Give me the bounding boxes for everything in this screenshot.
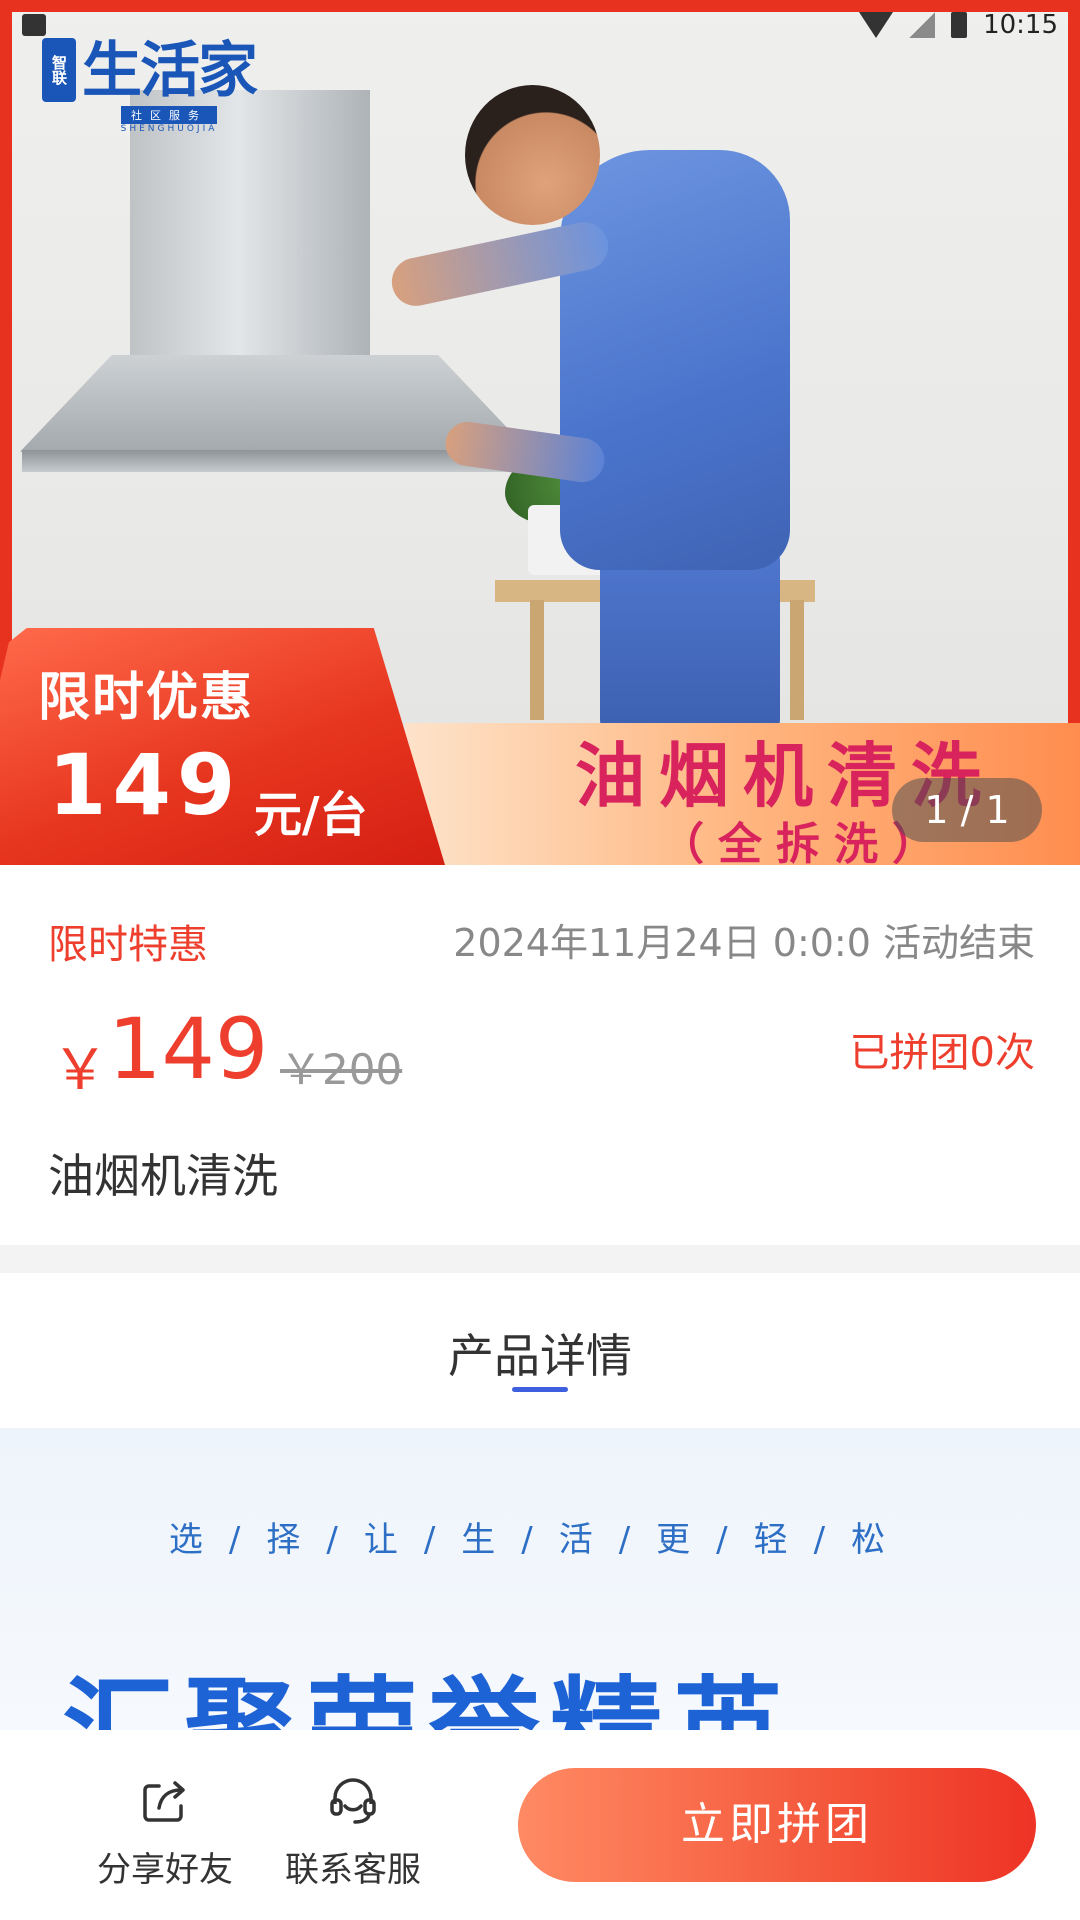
activity-end-time: 2024年11月24日 0:0:0 活动结束 — [453, 921, 1035, 965]
battery-icon — [951, 12, 968, 38]
banner-page-indicator: 1 / 1 — [892, 778, 1042, 842]
sale-price: 149 — [108, 1000, 269, 1098]
original-price: ￥200 — [280, 1045, 403, 1094]
currency-symbol: ￥ — [52, 1038, 108, 1103]
promo-price: 149 — [48, 736, 242, 834]
brand-seal: 智联 — [42, 38, 76, 102]
brand-name: 生活家 — [82, 36, 258, 106]
shelf-leg — [530, 600, 544, 720]
no-signal-icon — [909, 12, 936, 38]
share-label: 分享好友 — [97, 1850, 233, 1890]
share-button[interactable]: 分享好友 — [80, 1772, 250, 1891]
gallery-notification-icon — [22, 14, 46, 36]
worker-torso — [560, 150, 790, 570]
promo-title: 限时优惠 — [38, 668, 255, 728]
detail-slogan: 选/择/让/生/活/更/轻/松 — [168, 1520, 912, 1560]
worker-head — [465, 85, 600, 225]
headset-icon — [330, 1778, 376, 1824]
customer-service-button[interactable]: 联系客服 — [268, 1772, 438, 1891]
brand-logo: 智联 生活家 社区服务 SHENGHUOJIA — [42, 36, 258, 134]
clock: 10:15 — [983, 10, 1058, 40]
tab-product-detail[interactable]: 产品详情 — [0, 1320, 1080, 1386]
customer-service-label: 联系客服 — [285, 1850, 421, 1890]
section-divider — [0, 1245, 1080, 1273]
join-group-buy-button[interactable]: 立即拼团 — [518, 1768, 1036, 1882]
group-buy-count: 已拼团0次 — [849, 1030, 1035, 1076]
wifi-icon — [859, 12, 894, 38]
worker-legs — [600, 540, 780, 740]
product-name: 油烟机清洗 — [48, 1149, 278, 1203]
tab-active-indicator — [512, 1387, 568, 1392]
brand-tag: 社区服务 — [121, 106, 217, 124]
flash-sale-label: 限时特惠 — [48, 922, 208, 968]
brand-sub: SHENGHUOJIA — [120, 124, 218, 134]
promo-unit: 元/台 — [254, 787, 368, 843]
shelf-leg — [790, 600, 804, 720]
share-icon — [143, 1781, 185, 1822]
